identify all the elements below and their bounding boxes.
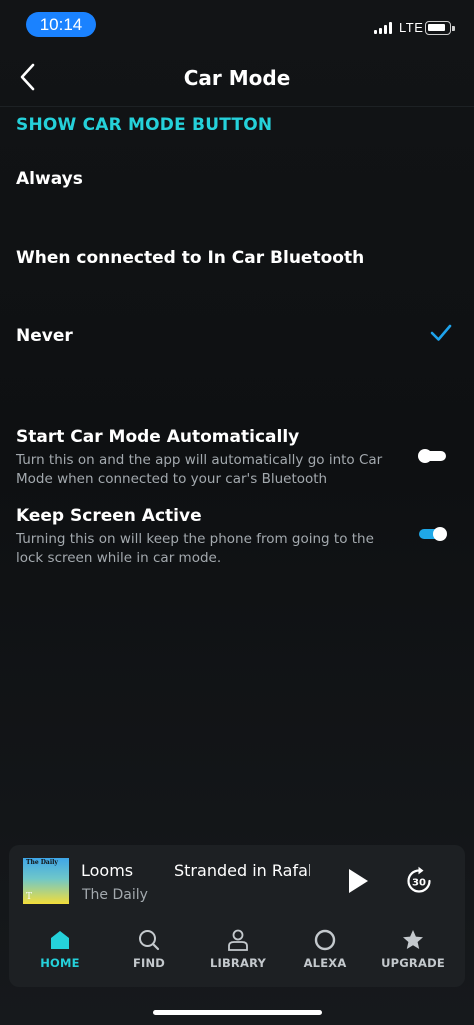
star-icon: [403, 930, 423, 949]
tab-home[interactable]: HOME: [15, 921, 105, 987]
setting-description: Turn this on and the app will automatica…: [16, 452, 383, 487]
battery-icon: [425, 21, 455, 35]
option-label: Always: [16, 169, 83, 189]
header-divider: [0, 106, 474, 107]
podcast-artwork: The Daily T: [23, 858, 69, 904]
status-time: 10:14: [26, 12, 96, 37]
toggle-knob: [433, 527, 447, 541]
section-heading-car-mode-button: SHOW CAR MODE BUTTON: [16, 115, 273, 135]
skip-label: 30: [412, 878, 426, 889]
episode-title-marquee: Stranded in Rafah: [174, 861, 310, 880]
home-icon: [51, 931, 69, 949]
tab-label: UPGRADE: [381, 956, 445, 970]
tab-library[interactable]: LIBRARY: [193, 921, 283, 987]
bottom-tab-bar: HOME FIND LIBRARY ALEXA UPGRADE: [9, 921, 465, 987]
checkmark-icon: [430, 324, 452, 341]
option-always[interactable]: Always: [0, 169, 474, 229]
show-name: The Daily: [82, 887, 148, 903]
nav-header: Car Mode: [0, 46, 474, 106]
artwork-text: The Daily: [26, 859, 58, 866]
tab-upgrade[interactable]: UPGRADE: [368, 921, 458, 987]
play-icon[interactable]: [346, 867, 370, 895]
tab-label: FIND: [132, 956, 166, 970]
person-icon: [228, 929, 248, 951]
nyt-logo-icon: T: [26, 892, 33, 902]
signal-bars-icon: [374, 22, 394, 34]
setting-title: Start Car Mode Automatically: [16, 427, 300, 447]
tab-label: HOME: [40, 956, 80, 970]
tab-label: ALEXA: [303, 956, 347, 970]
page-title: Car Mode: [183, 66, 291, 90]
keep-screen-toggle[interactable]: [419, 527, 447, 541]
setting-description: Turning this on will keep the phone from…: [16, 531, 374, 566]
option-bluetooth[interactable]: When connected to In Car Bluetooth: [0, 248, 474, 308]
alexa-ring-icon: [314, 929, 336, 951]
tab-alexa[interactable]: ALEXA: [280, 921, 370, 987]
toggle-knob: [418, 449, 432, 463]
episode-title: Looms: [81, 861, 134, 880]
mini-player[interactable]: The Daily T Looms Stranded in Rafah The …: [9, 845, 465, 921]
home-indicator: [153, 1010, 322, 1015]
status-bar: 10:14 LTE: [0, 0, 474, 46]
setting-title: Keep Screen Active: [16, 506, 202, 526]
option-label: Never: [16, 326, 73, 346]
search-icon: [139, 930, 160, 951]
tab-find[interactable]: FIND: [104, 921, 194, 987]
tab-label: LIBRARY: [209, 956, 267, 970]
option-never[interactable]: Never: [0, 324, 474, 386]
skip-forward-icon: 30: [407, 866, 431, 893]
option-label: When connected to In Car Bluetooth: [16, 248, 365, 268]
start-auto-toggle[interactable]: [418, 449, 446, 463]
skip-forward-30-button[interactable]: 30: [403, 865, 435, 897]
network-type: LTE: [399, 20, 424, 35]
